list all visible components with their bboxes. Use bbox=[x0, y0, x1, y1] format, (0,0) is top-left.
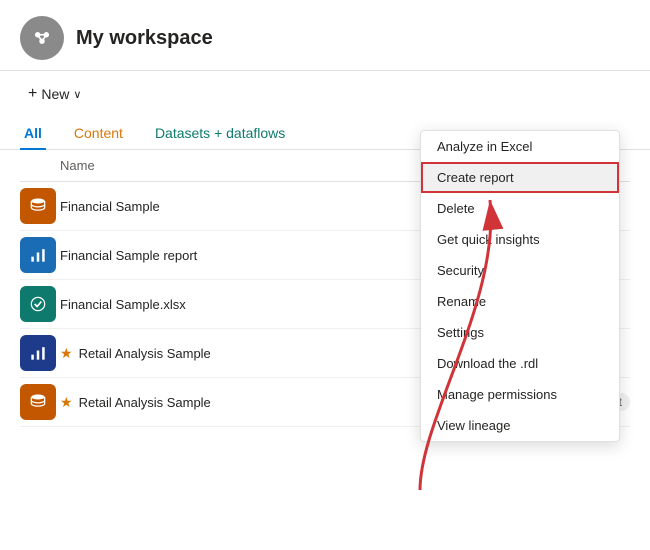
star-badge: ★ bbox=[60, 345, 73, 362]
menu-item-rename[interactable]: Rename bbox=[421, 286, 619, 317]
plus-icon: + bbox=[28, 85, 37, 103]
row-icon-chart bbox=[20, 335, 56, 371]
menu-item-delete[interactable]: Delete bbox=[421, 193, 619, 224]
row-icon-chart bbox=[20, 237, 56, 273]
new-button[interactable]: + New ∨ bbox=[20, 81, 89, 107]
header-icon-col bbox=[20, 158, 60, 173]
menu-item-quick-insights[interactable]: Get quick insights bbox=[421, 224, 619, 255]
star-badge: ★ bbox=[60, 394, 73, 411]
menu-item-settings[interactable]: Settings bbox=[421, 317, 619, 348]
menu-item-manage-permissions[interactable]: Manage permissions bbox=[421, 379, 619, 410]
toolbar: + New ∨ bbox=[0, 71, 650, 117]
tab-content[interactable]: Content bbox=[70, 117, 127, 149]
new-label: New bbox=[41, 86, 69, 102]
tab-datasets-dataflows[interactable]: Datasets + dataflows bbox=[151, 117, 289, 149]
menu-item-create-report[interactable]: Create report bbox=[421, 162, 619, 193]
workspace-title: My workspace bbox=[76, 27, 213, 50]
row-icon-xlsx bbox=[20, 286, 56, 322]
avatar bbox=[20, 16, 64, 60]
tab-all[interactable]: All bbox=[20, 117, 46, 149]
header: My workspace bbox=[0, 0, 650, 71]
menu-item-download-rdl[interactable]: Download the .rdl bbox=[421, 348, 619, 379]
row-icon-database bbox=[20, 384, 56, 420]
chevron-down-icon: ∨ bbox=[73, 88, 81, 101]
menu-item-view-lineage[interactable]: View lineage bbox=[421, 410, 619, 441]
menu-item-analyze-excel[interactable]: Analyze in Excel bbox=[421, 131, 619, 162]
menu-item-security[interactable]: Security bbox=[421, 255, 619, 286]
context-menu: Analyze in Excel Create report Delete Ge… bbox=[420, 130, 620, 442]
row-icon-database bbox=[20, 188, 56, 224]
